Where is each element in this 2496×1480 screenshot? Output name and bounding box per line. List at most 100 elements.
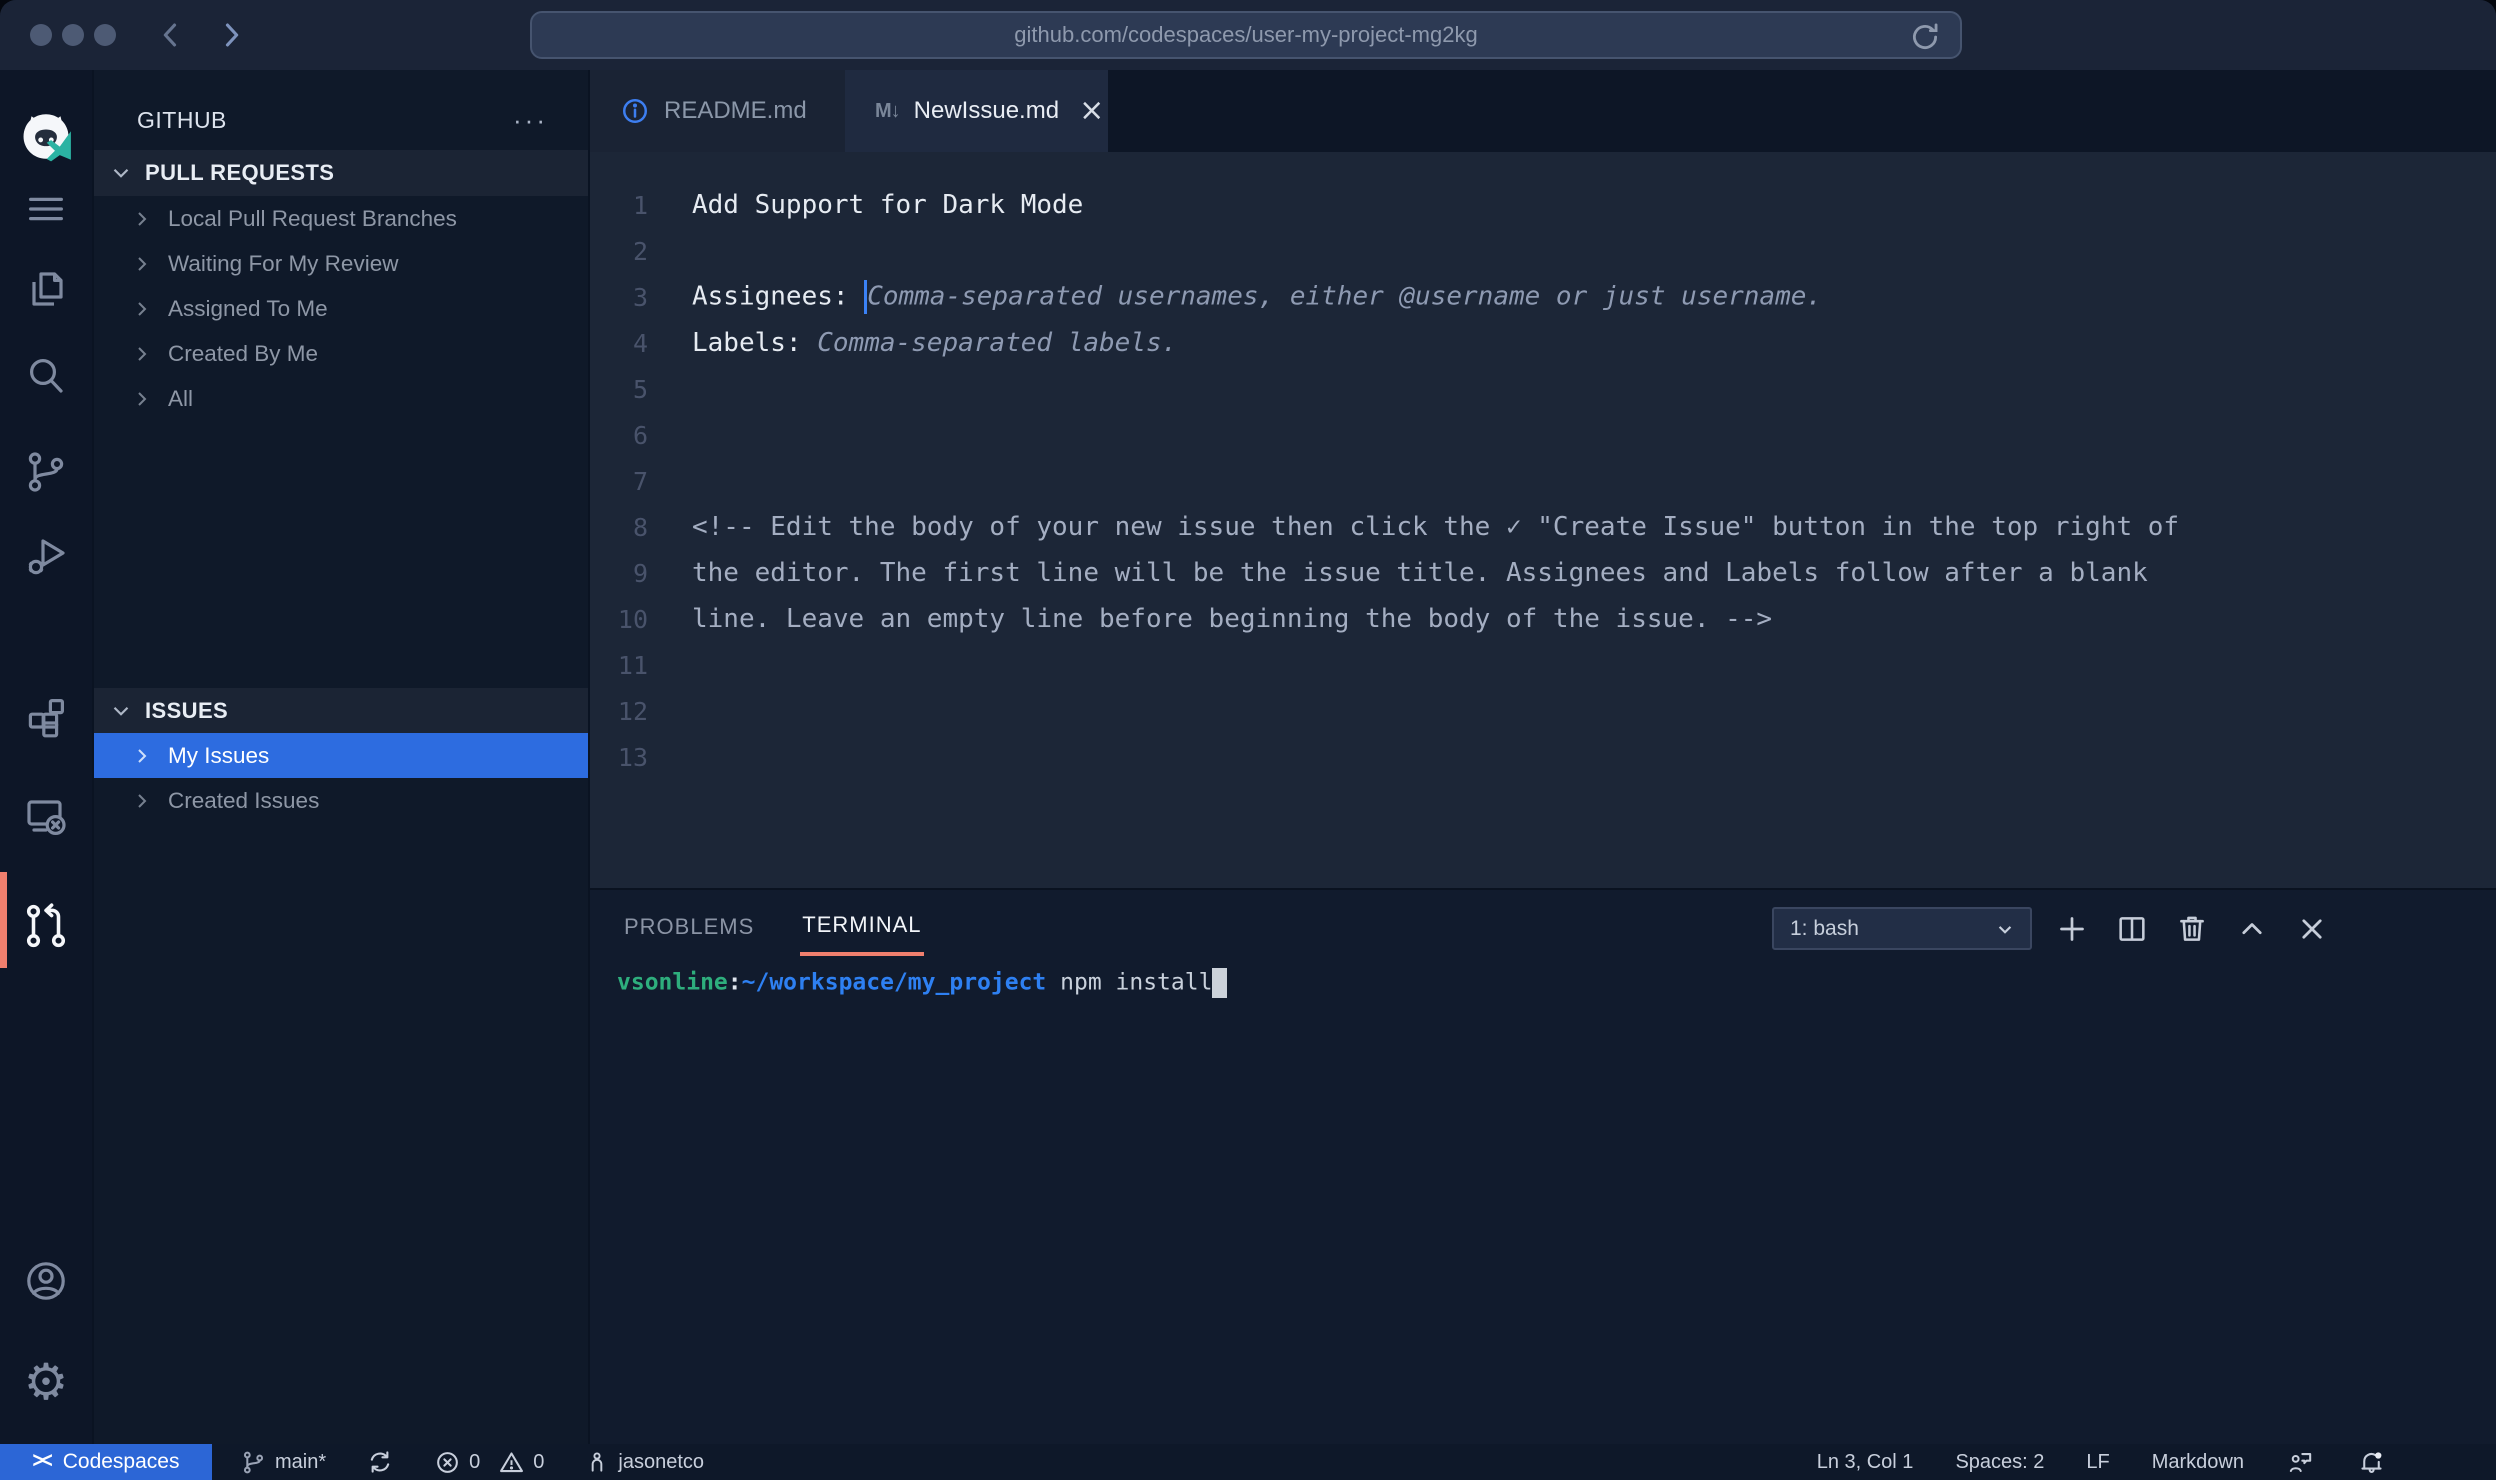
activity-search[interactable] [0,348,92,404]
account-button[interactable] [0,1253,92,1309]
remote-explorer-icon [22,792,70,840]
tree-item-label: Local Pull Request Branches [168,206,457,232]
cursor-position-status[interactable]: Ln 3, Col 1 [1817,1451,1914,1474]
code-line: 12 [590,688,2496,734]
code-line: 4 Labels: Comma-separated labels. [590,320,2496,366]
user-status[interactable]: jasonetco [584,1449,704,1475]
warning-icon [498,1449,525,1476]
tree-item-my-issues[interactable]: My Issues [94,733,588,778]
more-actions-button[interactable]: ··· [513,105,548,136]
remote-icon: >< [33,1449,51,1474]
trash-icon [2175,912,2209,946]
tab-readme[interactable]: README.md [590,70,845,152]
feedback-icon [2286,1448,2315,1477]
chevron-right-icon [130,252,154,276]
tree-item-all[interactable]: All [94,376,588,421]
line-number: 5 [590,375,648,404]
error-icon [434,1449,461,1476]
tree-item-created-by-me[interactable]: Created By Me [94,331,588,376]
back-button[interactable] [154,17,188,53]
section-issues[interactable]: ISSUES [94,688,588,734]
shell-select-value: 1: bash [1790,917,1859,941]
terminal[interactable]: vsonline:~/workspace/my_project npm inst… [617,968,1227,998]
code-line: 3 Assignees: Comma-separated usernames, … [590,274,2496,320]
tab-label: README.md [664,97,807,125]
tree-item-waiting-for-review[interactable]: Waiting For My Review [94,241,588,286]
new-terminal-button[interactable] [2052,909,2092,949]
close-panel-button[interactable] [2292,909,2332,949]
split-terminal-button[interactable] [2112,909,2152,949]
forward-button[interactable] [214,17,248,53]
line-number: 4 [590,329,648,358]
code-line: 11 [590,642,2496,688]
activity-explorer[interactable] [0,261,92,317]
indentation-status[interactable]: Spaces: 2 [1955,1451,2044,1474]
warning-count: 0 [533,1451,544,1474]
tree-item-assigned-to-me[interactable]: Assigned To Me [94,286,588,331]
comment-text: the editor. The first line will be the i… [648,558,2148,588]
markdown-file-icon: M↓ [875,100,900,123]
activity-extensions[interactable] [0,689,92,745]
tree-item-created-issues[interactable]: Created Issues [94,778,588,823]
window-control-close[interactable] [30,24,52,46]
tree-item-local-pr-branches[interactable]: Local Pull Request Branches [94,196,588,241]
window-control-minimize[interactable] [62,24,84,46]
pull-request-icon [21,901,71,951]
window-controls [30,24,116,46]
tab-terminal[interactable]: TERMINAL [800,904,923,956]
menu-button[interactable] [0,181,92,237]
split-panel-icon [2115,912,2149,946]
chevron-right-icon [130,342,154,366]
activity-run-debug[interactable] [0,528,92,584]
user-label: jasonetco [618,1451,704,1474]
branch-status[interactable]: main* [240,1449,326,1476]
refresh-button[interactable] [1908,20,1942,57]
code-text: Add Support for Dark Mode [648,190,1083,220]
section-pull-requests[interactable]: PULL REQUESTS [94,150,588,196]
sync-status[interactable] [366,1448,394,1476]
assignees-hint: Comma-separated usernames, either @usern… [867,282,1822,312]
code-line: 13 [590,734,2496,780]
chevron-right-icon [130,789,154,813]
terminal-separator: : [728,970,742,996]
window-control-zoom[interactable] [94,24,116,46]
remote-indicator[interactable]: >< Codespaces [0,1444,212,1480]
tab-newissue[interactable]: M↓ NewIssue.md × [845,70,1108,152]
code-line: 5 [590,366,2496,412]
activity-remote-explorer[interactable] [0,788,92,844]
chevron-right-icon [130,207,154,231]
problems-status[interactable]: 0 0 [434,1449,544,1476]
labels-label: Labels: [692,328,817,358]
feedback-button[interactable] [2286,1448,2315,1477]
chevron-down-icon [1992,916,2018,942]
tree-item-label: Waiting For My Review [168,251,398,277]
code-editor[interactable]: 1 Add Support for Dark Mode 2 3 Assignee… [590,152,2496,888]
code-line: 7 [590,458,2496,504]
language-mode-status[interactable]: Markdown [2152,1451,2244,1474]
info-icon [620,96,650,126]
url-bar[interactable]: github.com/codespaces/user-my-project-mg… [530,11,1962,59]
sidebar-title: GITHUB [137,107,227,134]
editor-tabbar: README.md M↓ NewIssue.md × [590,70,2496,152]
settings-button[interactable]: ⚙ [0,1354,92,1410]
chevron-right-icon [214,18,248,52]
line-number: 1 [590,191,648,220]
code-line: 1 Add Support for Dark Mode [590,182,2496,228]
status-left: main* 0 0 jasonetco [240,1448,704,1476]
activity-source-control[interactable] [0,444,92,500]
tab-label: NewIssue.md [914,97,1059,125]
chevron-right-icon [130,744,154,768]
maximize-panel-button[interactable] [2232,909,2272,949]
kill-terminal-button[interactable] [2172,909,2212,949]
line-number: 3 [590,283,648,312]
account-icon [22,1257,70,1305]
close-tab-button[interactable]: × [1079,96,1104,126]
eol-status[interactable]: LF [2086,1451,2109,1474]
tab-problems[interactable]: PROBLEMS [622,904,756,956]
terminal-cursor [1212,968,1227,998]
active-view-indicator [0,872,7,968]
notifications-button[interactable] [2357,1448,2386,1477]
terminal-shell-select[interactable]: 1: bash [1772,907,2032,950]
chevron-right-icon [130,297,154,321]
activity-github-pull-requests[interactable] [0,898,92,954]
